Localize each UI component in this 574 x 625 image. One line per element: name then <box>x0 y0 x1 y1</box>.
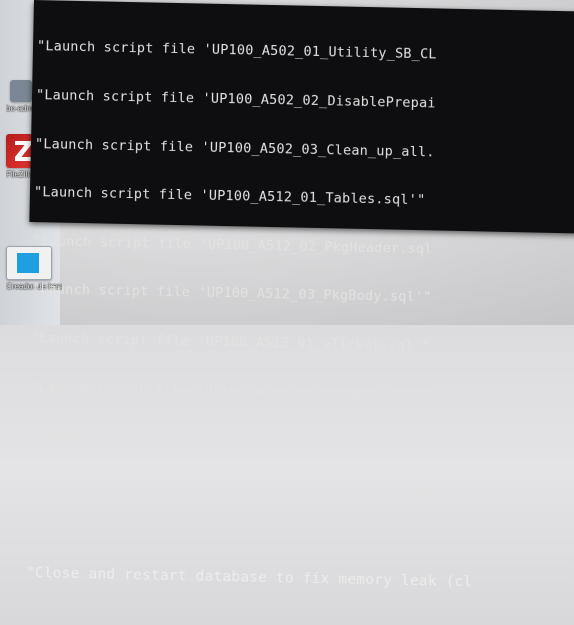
console-line: "Launch script file 'UP100_A502_01_Utili… <box>36 38 437 63</box>
console-final-line: "Close and restart database to fix memor… <box>25 564 473 591</box>
console-line: "Launch script file 'UP100_A642_02_Ident… <box>27 475 445 501</box>
terminal-icon <box>10 80 32 102</box>
console-line: "Launch script file 'UP100_A550_01_eTick… <box>29 378 430 404</box>
console-line: "Launch script file 'UP100_A502_03_Clean… <box>34 135 435 161</box>
console-line: "Launch script file 'UP100_A512_01_Table… <box>33 184 426 209</box>
console-output: "Launch script file 'UP100_A502_01_Utili… <box>25 6 484 623</box>
console-line: "Launch script file 'UP100_A502_02_Disab… <box>35 87 436 112</box>
console-line: "Launch script file 'UP100_A512_03_PkgBo… <box>31 281 432 306</box>
console-line: "Launch script file 'UP100_A512_02_PkgHe… <box>32 232 433 258</box>
console-window[interactable]: "Launch script file 'UP100_A502_01_Utili… <box>26 0 574 590</box>
console-line: "Launch script file 'UP100_A513_01_eTick… <box>30 330 431 355</box>
console-line: "Launch script file 'UP100_A642_01_Creat… <box>28 427 438 452</box>
